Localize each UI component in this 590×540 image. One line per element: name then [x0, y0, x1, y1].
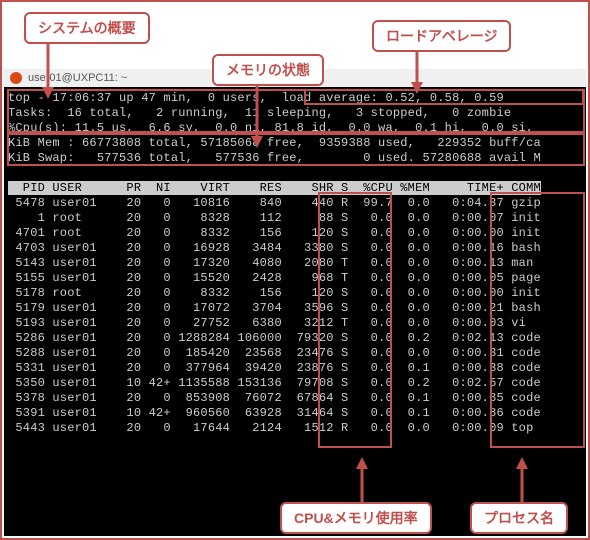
summary-line2: Tasks: 16 total, 2 running, 11 sleeping,… — [8, 106, 511, 120]
window-title: user01@UXPC11: ~ — [28, 72, 127, 84]
callout-process-name: プロセス名 — [470, 502, 568, 534]
table-row: 4703 user01 20 0 16928 3484 3380 S 0.0 0… — [8, 241, 541, 255]
table-row: 5286 user01 20 0 1288284 106000 79320 S … — [8, 331, 541, 345]
table-row: 5143 user01 20 0 17320 4080 2080 T 0.0 0… — [8, 256, 533, 270]
table-row: 5178 root 20 0 8332 156 120 S 0.0 0.0 0:… — [8, 286, 541, 300]
table-row: 5155 user01 20 0 15520 2428 968 T 0.0 0.… — [8, 271, 541, 285]
callout-load-average: ロードアベレージ — [372, 20, 511, 52]
table-row: 5378 user01 20 0 853908 76072 67864 S 0.… — [8, 391, 541, 405]
summary-line5: KiB Swap: 577536 total, 577536 free, 0 u… — [8, 151, 541, 165]
table-row: 5478 user01 20 0 10816 840 440 R 99.7 0.… — [8, 196, 541, 210]
table-row: 4701 root 20 0 8332 156 120 S 0.0 0.0 0:… — [8, 226, 541, 240]
summary-line4: KiB Mem : 66773808 total, 57185068 free,… — [8, 136, 541, 150]
summary-line1: top - 17:06:37 up 47 min, 0 users, load … — [8, 91, 504, 105]
table-row: 5331 user01 20 0 377964 39420 23876 S 0.… — [8, 361, 541, 375]
callout-cpu-mem-usage: CPU&メモリ使用率 — [280, 502, 432, 534]
table-row: 1 root 20 0 8328 112 88 S 0.0 0.0 0:00.0… — [8, 211, 541, 225]
table-row: 5391 user01 10 42+ 960560 63928 31464 S … — [8, 406, 541, 420]
callout-system-overview: システムの概要 — [24, 12, 150, 44]
table-row: 5443 user01 20 0 17644 2124 1512 R 0.0 0… — [8, 421, 541, 435]
summary-line3: %Cpu(s): 11.5 us, 6.6 sy, 0.0 ni, 81.8 i… — [8, 121, 533, 135]
process-table-header: PID USER PR NI VIRT RES SHR S %CPU %MEM … — [8, 181, 541, 195]
terminal[interactable]: top - 17:06:37 up 47 min, 0 users, load … — [4, 87, 586, 536]
ubuntu-icon — [10, 72, 22, 84]
table-row: 5179 user01 20 0 17072 3704 3596 S 0.0 0… — [8, 301, 541, 315]
table-row: 5350 user01 10 42+ 1135588 153136 79708 … — [8, 376, 541, 390]
callout-memory-state: メモリの状態 — [212, 54, 324, 86]
table-row: 5193 user01 20 0 27752 6380 3212 T 0.0 0… — [8, 316, 541, 330]
table-row: 5288 user01 20 0 185420 23568 23476 S 0.… — [8, 346, 541, 360]
